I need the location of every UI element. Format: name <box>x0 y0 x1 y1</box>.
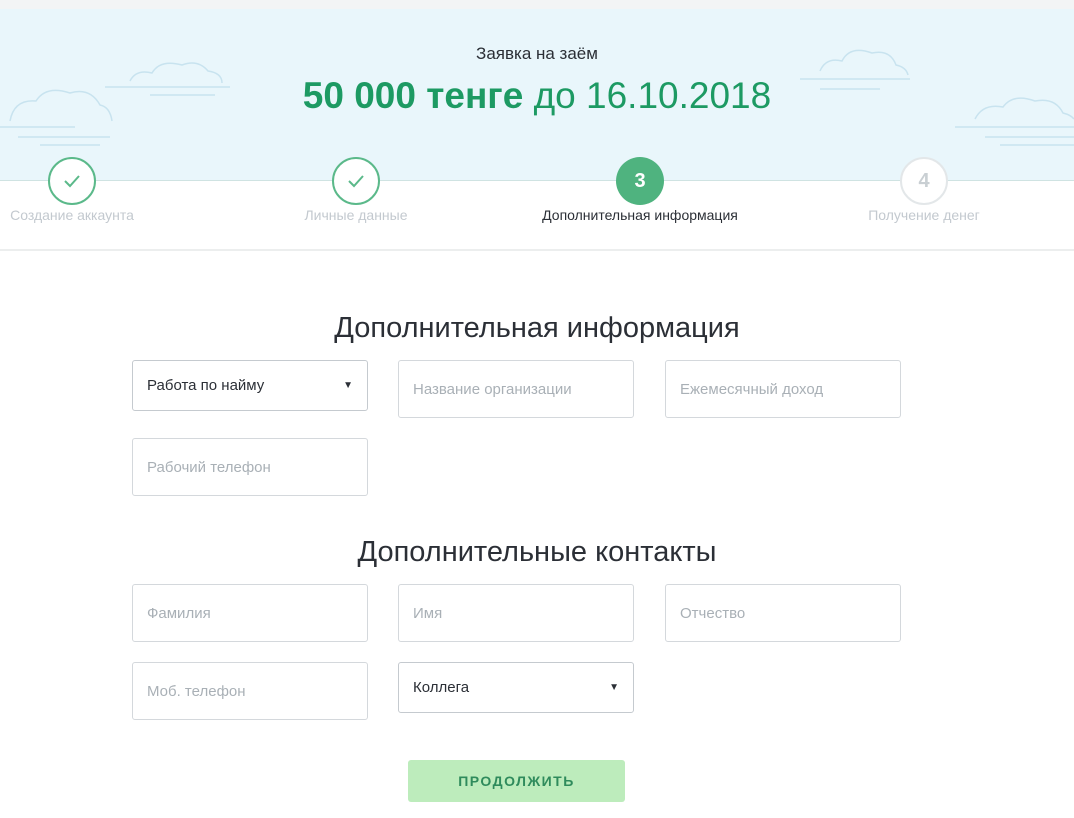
step-label: Создание аккаунта <box>10 207 134 223</box>
check-icon <box>48 157 96 205</box>
additional-contacts-title: Дополнительные контакты <box>357 536 717 568</box>
monthly-income-input[interactable] <box>665 360 901 418</box>
patronymic-input[interactable] <box>665 584 901 642</box>
first-name-input[interactable] <box>398 584 634 642</box>
contact-relation-select[interactable]: Коллега ▼ <box>398 662 634 713</box>
select-value: Коллега <box>413 679 470 696</box>
step-create-account: Создание аккаунта <box>0 157 192 223</box>
caret-down-icon: ▼ <box>609 682 619 693</box>
loan-header: Заявка на заём 50 000 тенге до 16.10.201… <box>0 0 1074 181</box>
continue-button[interactable]: ПРОДОЛЖИТЬ <box>408 760 625 802</box>
step-label: Дополнительная информация <box>542 207 738 223</box>
organization-name-input[interactable] <box>398 360 634 418</box>
step-get-money: 4 Получение денег <box>804 157 1044 223</box>
mobile-phone-input[interactable] <box>132 662 368 720</box>
check-icon <box>332 157 380 205</box>
progress-stepper: Создание аккаунта Личные данные 3 Дополн… <box>0 157 1074 251</box>
loan-amount: 50 000 тенге <box>302 75 524 116</box>
step-label: Получение денег <box>868 207 980 223</box>
step-number: 4 <box>900 157 948 205</box>
last-name-input[interactable] <box>132 584 368 642</box>
step-label: Личные данные <box>304 207 408 223</box>
loan-summary: 50 000 тенге до 16.10.2018 <box>0 75 1074 117</box>
step-additional-info: 3 Дополнительная информация <box>520 157 760 223</box>
select-value: Работа по найму <box>147 377 265 394</box>
additional-info-title: Дополнительная информация <box>334 312 740 344</box>
loan-caption: Заявка на заём <box>476 44 598 63</box>
work-phone-input[interactable] <box>132 438 368 496</box>
step-personal-data: Личные данные <box>236 157 476 223</box>
employment-type-select[interactable]: Работа по найму ▼ <box>132 360 368 411</box>
step-number: 3 <box>616 157 664 205</box>
caret-down-icon: ▼ <box>343 380 353 391</box>
loan-due-date: до 16.10.2018 <box>533 75 772 116</box>
